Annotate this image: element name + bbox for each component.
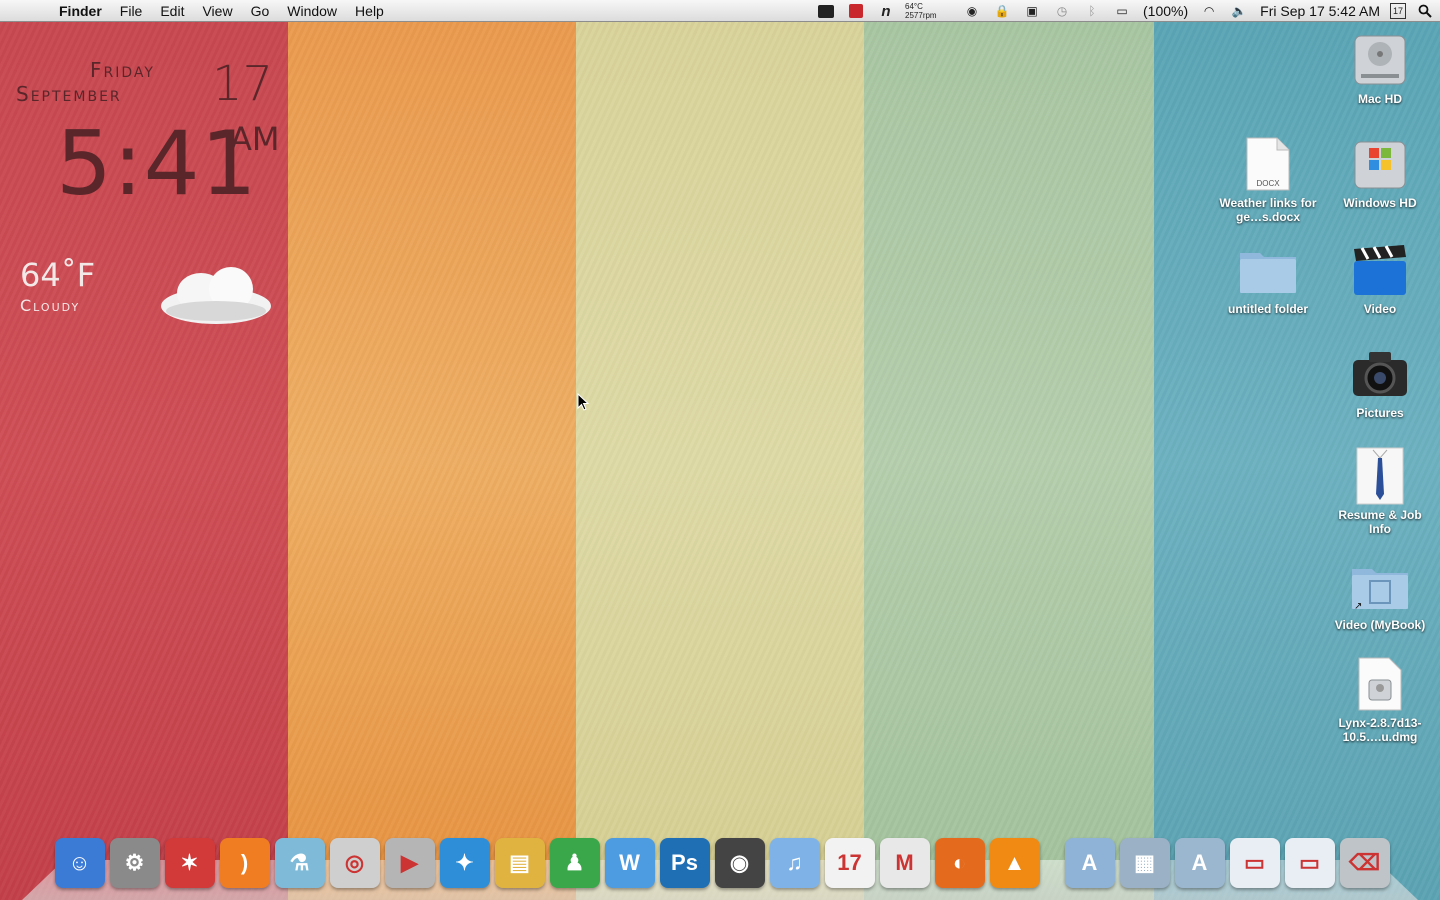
dock-photoshop-icon[interactable]: Ps: [659, 838, 710, 888]
dock-system-preferences-icon[interactable]: ⚙: [109, 838, 160, 888]
fan-speed: 2577rpm: [905, 11, 937, 20]
camera-icon: [1350, 344, 1410, 404]
widget-time: 5:41: [56, 112, 258, 215]
dock-trash-icon[interactable]: ⌫: [1339, 838, 1390, 888]
dock-raygun-icon[interactable]: ✶: [164, 838, 215, 888]
dock-itunes-icon[interactable]: ♫: [769, 838, 820, 888]
clock-weather-widget: Friday September 17 5:41 AM 64˚F Cloudy: [16, 56, 280, 336]
dock-flask-icon[interactable]: ⚗: [274, 838, 325, 888]
desktop-icon-label: Mac HD: [1357, 92, 1402, 106]
dock-dvd-player-icon[interactable]: ▶: [384, 838, 435, 888]
desktop-icon-lynx-dmg[interactable]: Lynx-2.8.7d13-10.5….u.dmg: [1330, 654, 1430, 744]
dock-gmail-icon[interactable]: M: [879, 838, 930, 888]
calendar-badge: 17: [1392, 6, 1403, 16]
widget-ampm: AM: [230, 120, 280, 158]
desktop-icon-label: Resume & Job Info: [1338, 508, 1422, 536]
menu-app-name[interactable]: Finder: [50, 0, 111, 22]
battery-percent[interactable]: (100%): [1143, 3, 1188, 19]
dock-steam-icon[interactable]: ◉: [714, 838, 765, 888]
spotlight-search-icon[interactable]: [1414, 0, 1436, 22]
terminal-icon[interactable]: [815, 0, 837, 22]
eye-icon[interactable]: ◉: [961, 0, 983, 22]
desktop-icon-label: Pictures: [1356, 406, 1404, 420]
wallpaper-stripe-orange: [288, 22, 576, 900]
dock-twitter-bird-icon[interactable]: ✦: [439, 838, 490, 888]
desktop-icon-video-mybook[interactable]: ↗ Video (MyBook): [1330, 556, 1430, 632]
wallpaper-stripe-yellow: [576, 22, 864, 900]
svg-text:↗: ↗: [1354, 601, 1362, 611]
dock-finder-icon[interactable]: ☺: [54, 838, 105, 888]
dock-rss-reader-icon[interactable]: ): [219, 838, 270, 888]
desktop-icon-windows-hd[interactable]: Windows HD: [1330, 134, 1430, 210]
calendar-icon[interactable]: 17: [1390, 3, 1406, 19]
clapperboard-icon: [1350, 240, 1410, 300]
menu-help[interactable]: Help: [346, 0, 393, 22]
menu-bar: Finder File Edit View Go Window Help n 6…: [0, 0, 1440, 22]
widget-month: September: [16, 82, 122, 106]
dock-applications-stack-icon[interactable]: A: [1064, 838, 1115, 888]
widget-condition: Cloudy: [20, 296, 81, 315]
desktop-icon-docx[interactable]: DOCX Weather links for ge…s.docx: [1218, 134, 1318, 224]
display-icon[interactable]: ▣: [1021, 0, 1043, 22]
dock-firefox-icon[interactable]: ◐: [934, 838, 985, 888]
mouse-cursor-icon: [577, 393, 589, 411]
dmg-icon: [1350, 654, 1410, 714]
time-machine-icon[interactable]: ◷: [1051, 0, 1073, 22]
temperature-monitor[interactable]: 64°C 2577rpm: [905, 2, 953, 20]
desktop-icon-label: Weather links for ge…s.docx: [1219, 196, 1317, 224]
dock-apps-folder-stack-icon[interactable]: A: [1174, 838, 1225, 888]
menu-file[interactable]: File: [111, 0, 152, 22]
widget-date: 17: [212, 56, 274, 112]
desktop-icon-video[interactable]: Video: [1330, 240, 1430, 316]
wallpaper-stripe-green: [864, 22, 1154, 900]
dock-transmit-truck-icon[interactable]: ▤: [494, 838, 545, 888]
desktop-icon-label: Video (MyBook): [1334, 618, 1426, 632]
desktop-icon-label: Windows HD: [1343, 196, 1417, 210]
hard-drive-icon: [1350, 30, 1410, 90]
dock-dvd-disc-icon[interactable]: ◎: [329, 838, 380, 888]
menu-edit[interactable]: Edit: [151, 0, 193, 22]
desktop-icon-resume[interactable]: Resume & Job Info: [1330, 446, 1430, 536]
dock-word-icon[interactable]: W: [604, 838, 655, 888]
desktop-icon-mac-hd[interactable]: Mac HD: [1330, 30, 1430, 106]
bluetooth-icon[interactable]: ᛒ: [1081, 0, 1103, 22]
widget-day: Friday: [90, 58, 155, 82]
menu-extras: n 64°C 2577rpm ◉ 🔒 ▣ ◷ ᛒ ▭ (100%) ◠ 🔈 Fr…: [811, 0, 1440, 22]
lock-icon[interactable]: 🔒: [991, 0, 1013, 22]
film-folder-icon: ↗: [1350, 556, 1410, 616]
cpu-temp: 64°C: [905, 2, 923, 11]
dock-window-preview-icon[interactable]: ▭: [1229, 838, 1280, 888]
dock-ical-icon[interactable]: 17: [824, 838, 875, 888]
menu-window[interactable]: Window: [278, 0, 346, 22]
menu-clock[interactable]: Fri Sep 17 5:42 AM: [1260, 3, 1380, 19]
dock-documents-stack-icon[interactable]: ▦: [1119, 838, 1170, 888]
folder-icon: [1238, 240, 1298, 300]
dock-adium-icon[interactable]: ♟: [549, 838, 600, 888]
windows-drive-icon: [1350, 134, 1410, 194]
notational-icon[interactable]: n: [875, 0, 897, 22]
desktop-icon-label: untitled folder: [1228, 302, 1308, 316]
volume-icon[interactable]: 🔈: [1228, 0, 1250, 22]
desktop-icon-untitled-folder[interactable]: untitled folder: [1218, 240, 1318, 316]
menu-go[interactable]: Go: [242, 0, 279, 22]
wifi-icon[interactable]: ◠: [1198, 0, 1220, 22]
todo-check-icon[interactable]: [845, 0, 867, 22]
battery-icon[interactable]: ▭: [1111, 0, 1133, 22]
widget-temperature: 64˚F: [20, 256, 96, 294]
cloud-icon: [161, 267, 271, 324]
docx-icon: DOCX: [1238, 134, 1298, 194]
dock: ☺ ⚙ ✶) ⚗ ◎ ▶ ✦ ▤ ♟ W Ps ◉ ♫ 17 M ◐ ▲ A ▦ A ▭ ▭ ⌫: [52, 832, 1392, 888]
desktop-icon-pictures[interactable]: Pictures: [1330, 344, 1430, 420]
desktop-icon-label: Video: [1363, 302, 1397, 316]
docx-badge: DOCX: [1256, 179, 1280, 188]
menu-view[interactable]: View: [193, 0, 241, 22]
dock-vlc-icon[interactable]: ▲: [989, 838, 1040, 888]
desktop-icon-label: Lynx-2.8.7d13-10.5….u.dmg: [1338, 716, 1422, 744]
dock-firefox-window-icon[interactable]: ▭: [1284, 838, 1335, 888]
shirt-tie-icon: [1350, 446, 1410, 506]
